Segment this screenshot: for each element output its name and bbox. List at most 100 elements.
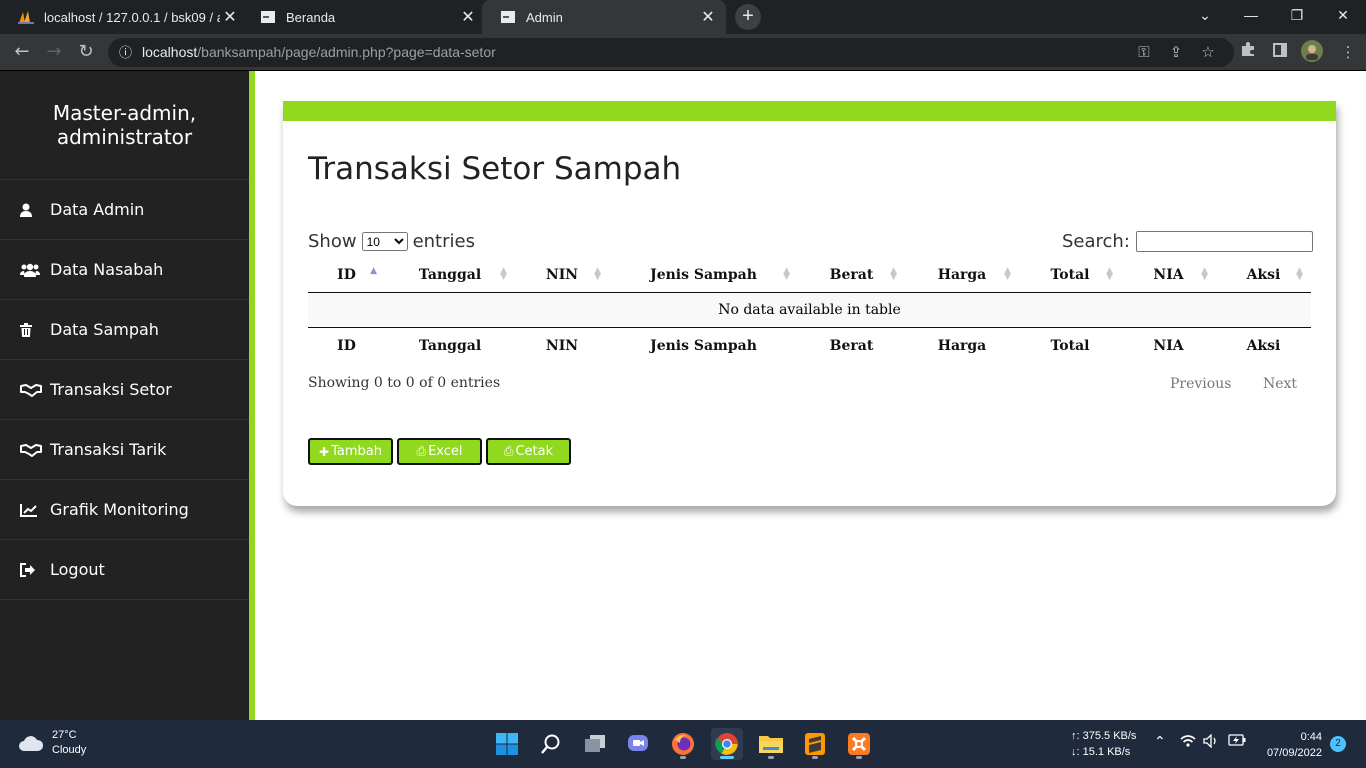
footer-id: ID (308, 326, 385, 365)
column-header-id[interactable]: ID ▲ (308, 258, 385, 293)
sublime-text-icon (805, 733, 825, 755)
url-host: localhost (142, 44, 198, 60)
close-tab-icon[interactable]: ✕ (458, 7, 478, 27)
column-label: Harga (937, 266, 987, 283)
reload-icon[interactable]: ↻ (74, 40, 98, 64)
column-label: Aksi (1246, 266, 1281, 283)
active-indicator (720, 756, 734, 759)
add-button[interactable]: ✚ Tambah (308, 438, 393, 465)
battery-icon[interactable] (1228, 734, 1246, 750)
show-label: Show (308, 231, 357, 252)
sidebar-item-data-admin[interactable]: Data Admin (0, 180, 249, 240)
sidebar-item-logout[interactable]: Logout (0, 540, 249, 600)
trash-icon (20, 322, 42, 337)
bookmark-star-icon[interactable]: ☆ (1196, 40, 1220, 64)
profile-avatar[interactable] (1300, 40, 1324, 64)
content-card: Transaksi Setor Sampah Show 10 entries S… (283, 101, 1336, 506)
sidebar-item-transaksi-tarik[interactable]: Transaksi Tarik (0, 420, 249, 480)
sublime-text-button[interactable] (799, 728, 831, 760)
sidebar-item-label: Data Sampah (50, 320, 159, 339)
page-icon (260, 9, 276, 25)
sidebar-item-label: Data Nasabah (50, 260, 164, 279)
footer-tanggal: Tanggal (385, 326, 515, 365)
column-header-nin[interactable]: NIN ▲ ▼ (515, 258, 609, 293)
column-header-harga[interactable]: Harga ▲ ▼ (905, 258, 1019, 293)
sidebar-item-grafik-monitoring[interactable]: Grafik Monitoring (0, 480, 249, 540)
print-button-label: Cetak (515, 444, 554, 459)
transactions-table: ID ▲ Tanggal ▲ ▼ NIN ▲ ▼ Jenis Sampah ▲ ▼ Berat… (308, 258, 1311, 365)
page-title: Transaksi Setor Sampah (308, 151, 682, 187)
previous-page-button[interactable]: Previous (1170, 376, 1231, 392)
volume-icon[interactable] (1203, 733, 1219, 752)
wifi-icon[interactable] (1180, 734, 1196, 752)
column-header-nia[interactable]: NIA ▲ ▼ (1121, 258, 1216, 293)
browser-tab-bar: localhost / 127.0.0.1 / bsk09 / ad ✕ Ber… (0, 0, 1366, 34)
chevron-up-icon[interactable]: ⌃ (1154, 734, 1166, 750)
column-label: NIA (1153, 266, 1184, 283)
chrome-icon (715, 733, 738, 755)
url-bar[interactable]: ⓘ localhost/banksampah/page/admin.php?pa… (108, 38, 1234, 67)
column-label: ID (337, 266, 356, 283)
menu-kebab-icon[interactable]: ⋮ (1336, 40, 1360, 64)
sidebar-item-data-sampah[interactable]: Data Sampah (0, 300, 249, 360)
footer-nia: NIA (1121, 326, 1216, 365)
column-label: NIN (545, 266, 579, 283)
notification-badge[interactable]: 2 (1330, 736, 1346, 752)
page-length-select[interactable]: 10 (361, 232, 408, 251)
footer-aksi: Aksi (1216, 326, 1311, 365)
tab-title: Admin (526, 9, 563, 25)
task-view-icon (585, 735, 605, 752)
sidebar-item-data-nasabah[interactable]: Data Nasabah (0, 240, 249, 300)
tab-phpmyadmin[interactable]: localhost / 127.0.0.1 / bsk09 / ad ✕ (0, 0, 248, 34)
table-header-row: ID ▲ Tanggal ▲ ▼ NIN ▲ ▼ Jenis Sampah ▲ ▼ Berat… (308, 258, 1311, 293)
footer-nin: NIN (515, 326, 609, 365)
minimize-icon[interactable]: — (1228, 0, 1274, 30)
excel-button[interactable]: ⎙ Excel (397, 438, 482, 465)
chat-icon (628, 735, 648, 751)
column-header-tanggal[interactable]: Tanggal ▲ ▼ (385, 258, 515, 293)
entries-label: entries (412, 231, 475, 252)
forward-icon[interactable]: → (42, 40, 66, 64)
task-view-button[interactable] (579, 728, 611, 760)
plus-icon: ✚ (319, 444, 330, 459)
table-row: No data available in table (308, 292, 1311, 327)
next-page-button[interactable]: Next (1263, 376, 1297, 392)
upload-speed: ↑: 375.5 KB/s (1071, 730, 1137, 742)
tab-beranda[interactable]: Beranda ✕ (242, 0, 486, 34)
close-window-icon[interactable]: ✕ (1320, 0, 1366, 30)
close-tab-icon[interactable]: ✕ (220, 7, 240, 27)
chat-button[interactable] (623, 728, 655, 760)
column-header-aksi[interactable]: Aksi ▲ ▼ (1216, 258, 1311, 293)
folder-icon (759, 736, 783, 753)
tab-admin[interactable]: Admin ✕ (482, 0, 726, 34)
chrome-button[interactable] (711, 728, 743, 760)
running-indicator (812, 756, 818, 759)
column-header-berat[interactable]: Berat ▲ ▼ (798, 258, 905, 293)
start-button[interactable] (491, 728, 523, 760)
sidebar-item-transaksi-setor[interactable]: Transaksi Setor (0, 360, 249, 420)
search-input[interactable] (1135, 231, 1313, 252)
key-icon[interactable]: ⚿ (1132, 40, 1156, 64)
column-header-jenis-sampah[interactable]: Jenis Sampah ▲ ▼ (609, 258, 798, 293)
xampp-button[interactable] (843, 728, 875, 760)
side-panel-icon[interactable] (1268, 40, 1292, 64)
new-tab-button[interactable]: + (735, 4, 761, 30)
print-button[interactable]: ⎙ Cetak (486, 438, 571, 465)
file-explorer-button[interactable] (755, 728, 787, 760)
line-chart-icon (20, 503, 42, 517)
table-footer-row: ID Tanggal NIN Jenis Sampah Berat Harga … (308, 326, 1311, 365)
close-tab-icon[interactable]: ✕ (698, 7, 718, 27)
restore-icon[interactable]: ❐ (1274, 0, 1320, 30)
search-taskbar-button[interactable] (535, 728, 567, 760)
site-info-icon[interactable]: ⓘ (119, 38, 132, 67)
tab-search-icon[interactable]: ⌄ (1182, 0, 1228, 30)
system-clock[interactable]: 0:44 07/09/2022 (1258, 729, 1322, 761)
extensions-icon[interactable] (1236, 40, 1260, 64)
footer-berat: Berat (798, 326, 905, 365)
back-icon[interactable]: ← (10, 40, 34, 64)
search-label: Search: (1062, 231, 1130, 252)
share-icon[interactable]: ⇪ (1164, 40, 1188, 64)
weather-widget[interactable]: 27°C Cloudy (18, 728, 86, 758)
firefox-button[interactable] (667, 728, 699, 760)
column-header-total[interactable]: Total ▲ ▼ (1019, 258, 1121, 293)
